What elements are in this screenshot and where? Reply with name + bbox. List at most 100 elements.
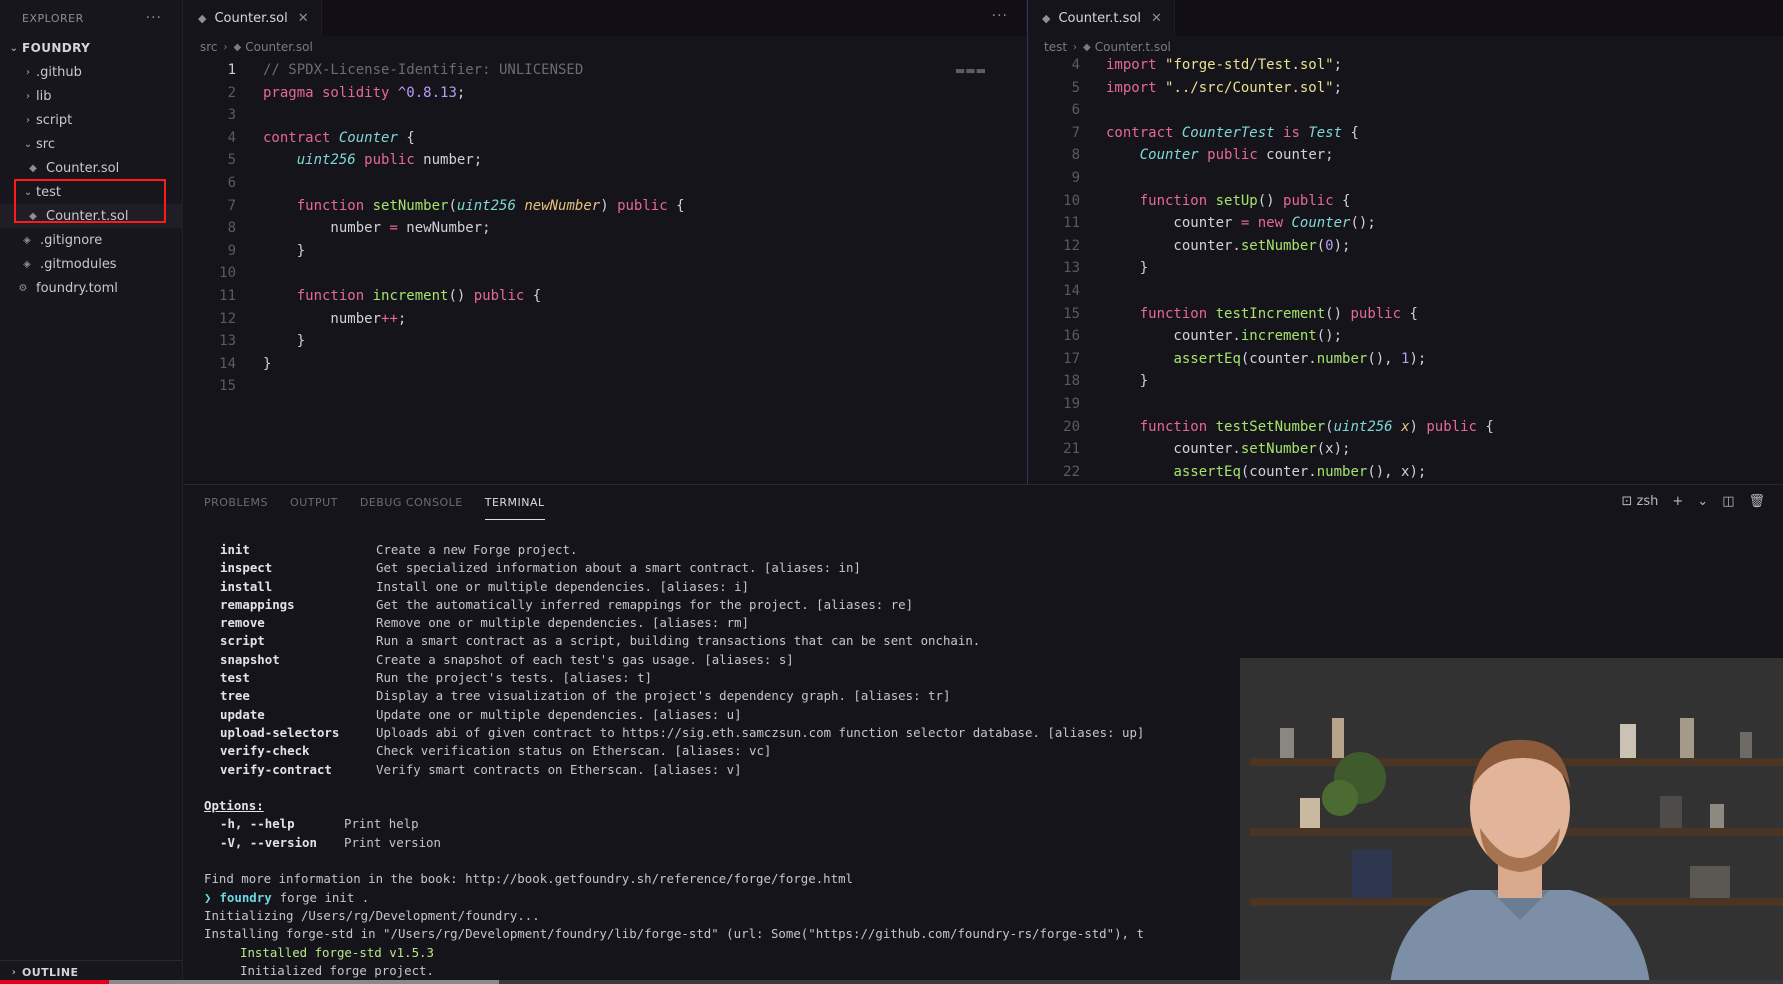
- line-number: 2: [227, 84, 236, 101]
- command-desc: Install one or multiple dependencies. [a…: [376, 578, 749, 594]
- tree-item-gitignore[interactable]: ◈ .gitignore: [0, 228, 183, 252]
- outline-label: OUTLINE: [22, 966, 79, 979]
- breadcrumb-item[interactable]: Counter.t.sol: [1095, 40, 1171, 54]
- line-number: 6: [1071, 102, 1080, 119]
- video-progress-bar[interactable]: [0, 980, 1783, 984]
- explorer-more-icon[interactable]: ···: [146, 10, 162, 26]
- breadcrumb-item[interactable]: src: [200, 40, 218, 54]
- terminal-line: remappings Get the automatically inferred…: [204, 596, 1144, 614]
- video-progress-fill: [0, 980, 109, 984]
- line-number: 8: [227, 220, 236, 237]
- tree-item-foundry-toml[interactable]: ⚙ foundry.toml: [0, 276, 183, 300]
- code-text: function setNumber(uint256 newNumber) pu…: [296, 197, 685, 214]
- tree-item-label: .gitignore: [40, 232, 103, 248]
- code-line: 18 }: [1028, 370, 1783, 393]
- chevron-right-icon: ›: [26, 90, 30, 102]
- command-desc: Run the project's tests. [aliases: t]: [376, 670, 653, 686]
- tree-item-counter-sol[interactable]: ◆ Counter.sol: [0, 156, 183, 180]
- code-text: contract Counter {: [263, 129, 415, 146]
- tab-output[interactable]: OUTPUT: [290, 485, 338, 520]
- line-number: 18: [1063, 373, 1080, 390]
- terminal-line: Installed forge-std v1.5.3: [204, 944, 1144, 962]
- close-icon[interactable]: ✕: [298, 11, 309, 26]
- code-text: }: [263, 333, 306, 350]
- code-text: import "../src/Counter.sol";: [1106, 79, 1343, 96]
- breadcrumb-item[interactable]: test: [1044, 40, 1067, 54]
- command-name: tree: [220, 688, 250, 704]
- tree-item-src[interactable]: ⌄ src: [0, 132, 183, 156]
- annotation-highlight-box: [14, 179, 166, 223]
- code-editor[interactable]: 1// SPDX-License-Identifier: UNLICENSED …: [184, 59, 1026, 398]
- code-text: Counter public counter;: [1139, 147, 1334, 164]
- code-text: contract CounterTest is Test {: [1106, 124, 1359, 141]
- line-number: 6: [227, 174, 236, 191]
- command-name: remappings: [220, 596, 295, 612]
- figure: [1332, 718, 1344, 758]
- trash-icon[interactable]: 🗑: [1748, 494, 1765, 509]
- tab-problems[interactable]: PROBLEMS: [204, 485, 268, 520]
- installing-text: Installing forge-std in "/Users/rg/Devel…: [204, 926, 1144, 942]
- tab-label: Counter.sol: [214, 10, 288, 26]
- terminal-shell-selector[interactable]: ⊡ zsh: [1621, 494, 1658, 509]
- command-name: snapshot: [220, 651, 280, 667]
- solidity-file-icon: ◆: [198, 11, 207, 25]
- code-text: function increment() public {: [296, 287, 542, 304]
- tab-bar: ◆ Counter.t.sol ✕: [1028, 0, 1783, 36]
- code-text: function setUp() public {: [1139, 192, 1351, 209]
- new-terminal-icon[interactable]: +: [1672, 494, 1683, 509]
- init-text: Initializing /Users/rg/Development/found…: [204, 907, 540, 923]
- terminal-prompt: ❯ foundry forge init .: [204, 889, 1144, 907]
- line-number: 4: [227, 129, 236, 146]
- code-line: 22 assertEq(counter.number(), x);: [1028, 461, 1783, 484]
- command-desc: Remove one or multiple dependencies. [al…: [376, 615, 749, 631]
- tree-item-script[interactable]: › script: [0, 108, 183, 132]
- terminal-line: update Update one or multiple dependencie…: [204, 706, 1144, 724]
- code-editor[interactable]: 4 import "forge-std/Test.sol"; 5 import ".…: [1028, 54, 1783, 483]
- terminal-line: test Run the project's tests. [aliases: t…: [204, 669, 1144, 687]
- git-file-icon: ◈: [23, 258, 31, 270]
- tree-item-label: Counter.sol: [46, 160, 120, 176]
- tab-debug-console[interactable]: DEBUG CONSOLE: [360, 485, 463, 520]
- terminal-output[interactable]: init Create a new Forge project. inspect G…: [204, 541, 1144, 980]
- chevron-down-icon[interactable]: ⌄: [1697, 494, 1708, 509]
- command-desc: Run a smart contract as a script, buildi…: [376, 633, 981, 649]
- tab-counter-sol[interactable]: ◆ Counter.sol ✕: [184, 0, 322, 36]
- tab-terminal[interactable]: TERMINAL: [484, 485, 545, 520]
- close-icon[interactable]: ✕: [1151, 11, 1162, 26]
- option-desc: Print help: [344, 816, 419, 832]
- code-text: }: [1106, 373, 1149, 390]
- line-number: 9: [227, 242, 236, 259]
- tree-item-label: lib: [36, 88, 52, 104]
- terminal-line: tree Display a tree visualization of the …: [204, 687, 1144, 705]
- chevron-right-icon: ›: [1073, 41, 1078, 53]
- line-number: 10: [1063, 192, 1080, 209]
- code-line: 10: [184, 262, 1026, 285]
- terminal-line: -h, --help Print help: [204, 815, 1144, 833]
- editor-more-icon[interactable]: ···: [992, 8, 1008, 24]
- split-terminal-icon[interactable]: ◫: [1722, 494, 1734, 509]
- solidity-file-icon: ◆: [1083, 41, 1091, 53]
- code-line: 12 number++;: [184, 308, 1026, 331]
- line-number: 21: [1063, 441, 1080, 458]
- line-number: 13: [1063, 260, 1080, 277]
- editor-group-left: ◆ Counter.sol ✕ ··· src › ◆ Counter.sol …: [184, 0, 1026, 484]
- chevron-right-icon: ›: [26, 66, 30, 78]
- webcam-scene: [1240, 658, 1783, 984]
- tree-root-foundry[interactable]: ⌄ FOUNDRY: [0, 36, 182, 60]
- terminal-line: Find more information in the book: http:…: [204, 870, 1144, 888]
- prompt-directory: foundry: [219, 889, 272, 905]
- tree-item-lib[interactable]: › lib: [0, 84, 183, 108]
- breadcrumb-item[interactable]: Counter.sol: [245, 40, 313, 54]
- tree-item-gitmodules[interactable]: ◈ .gitmodules: [0, 252, 183, 276]
- tab-label: Counter.t.sol: [1058, 10, 1141, 26]
- code-line: 1 // SPDX-License-Identifier: UNLICENSED: [184, 59, 1026, 82]
- code-line: 6: [1028, 99, 1783, 122]
- tree-item-github[interactable]: › .github: [0, 60, 183, 84]
- tree-root-label: FOUNDRY: [22, 41, 91, 55]
- command-desc: Check verification status on Etherscan. …: [376, 743, 772, 759]
- terminal-icon: ⊡: [1621, 494, 1633, 509]
- option-flag: -V, --version: [220, 834, 317, 850]
- tab-counter-t-sol[interactable]: ◆ Counter.t.sol ✕: [1028, 0, 1175, 36]
- code-line: 9: [1028, 167, 1783, 190]
